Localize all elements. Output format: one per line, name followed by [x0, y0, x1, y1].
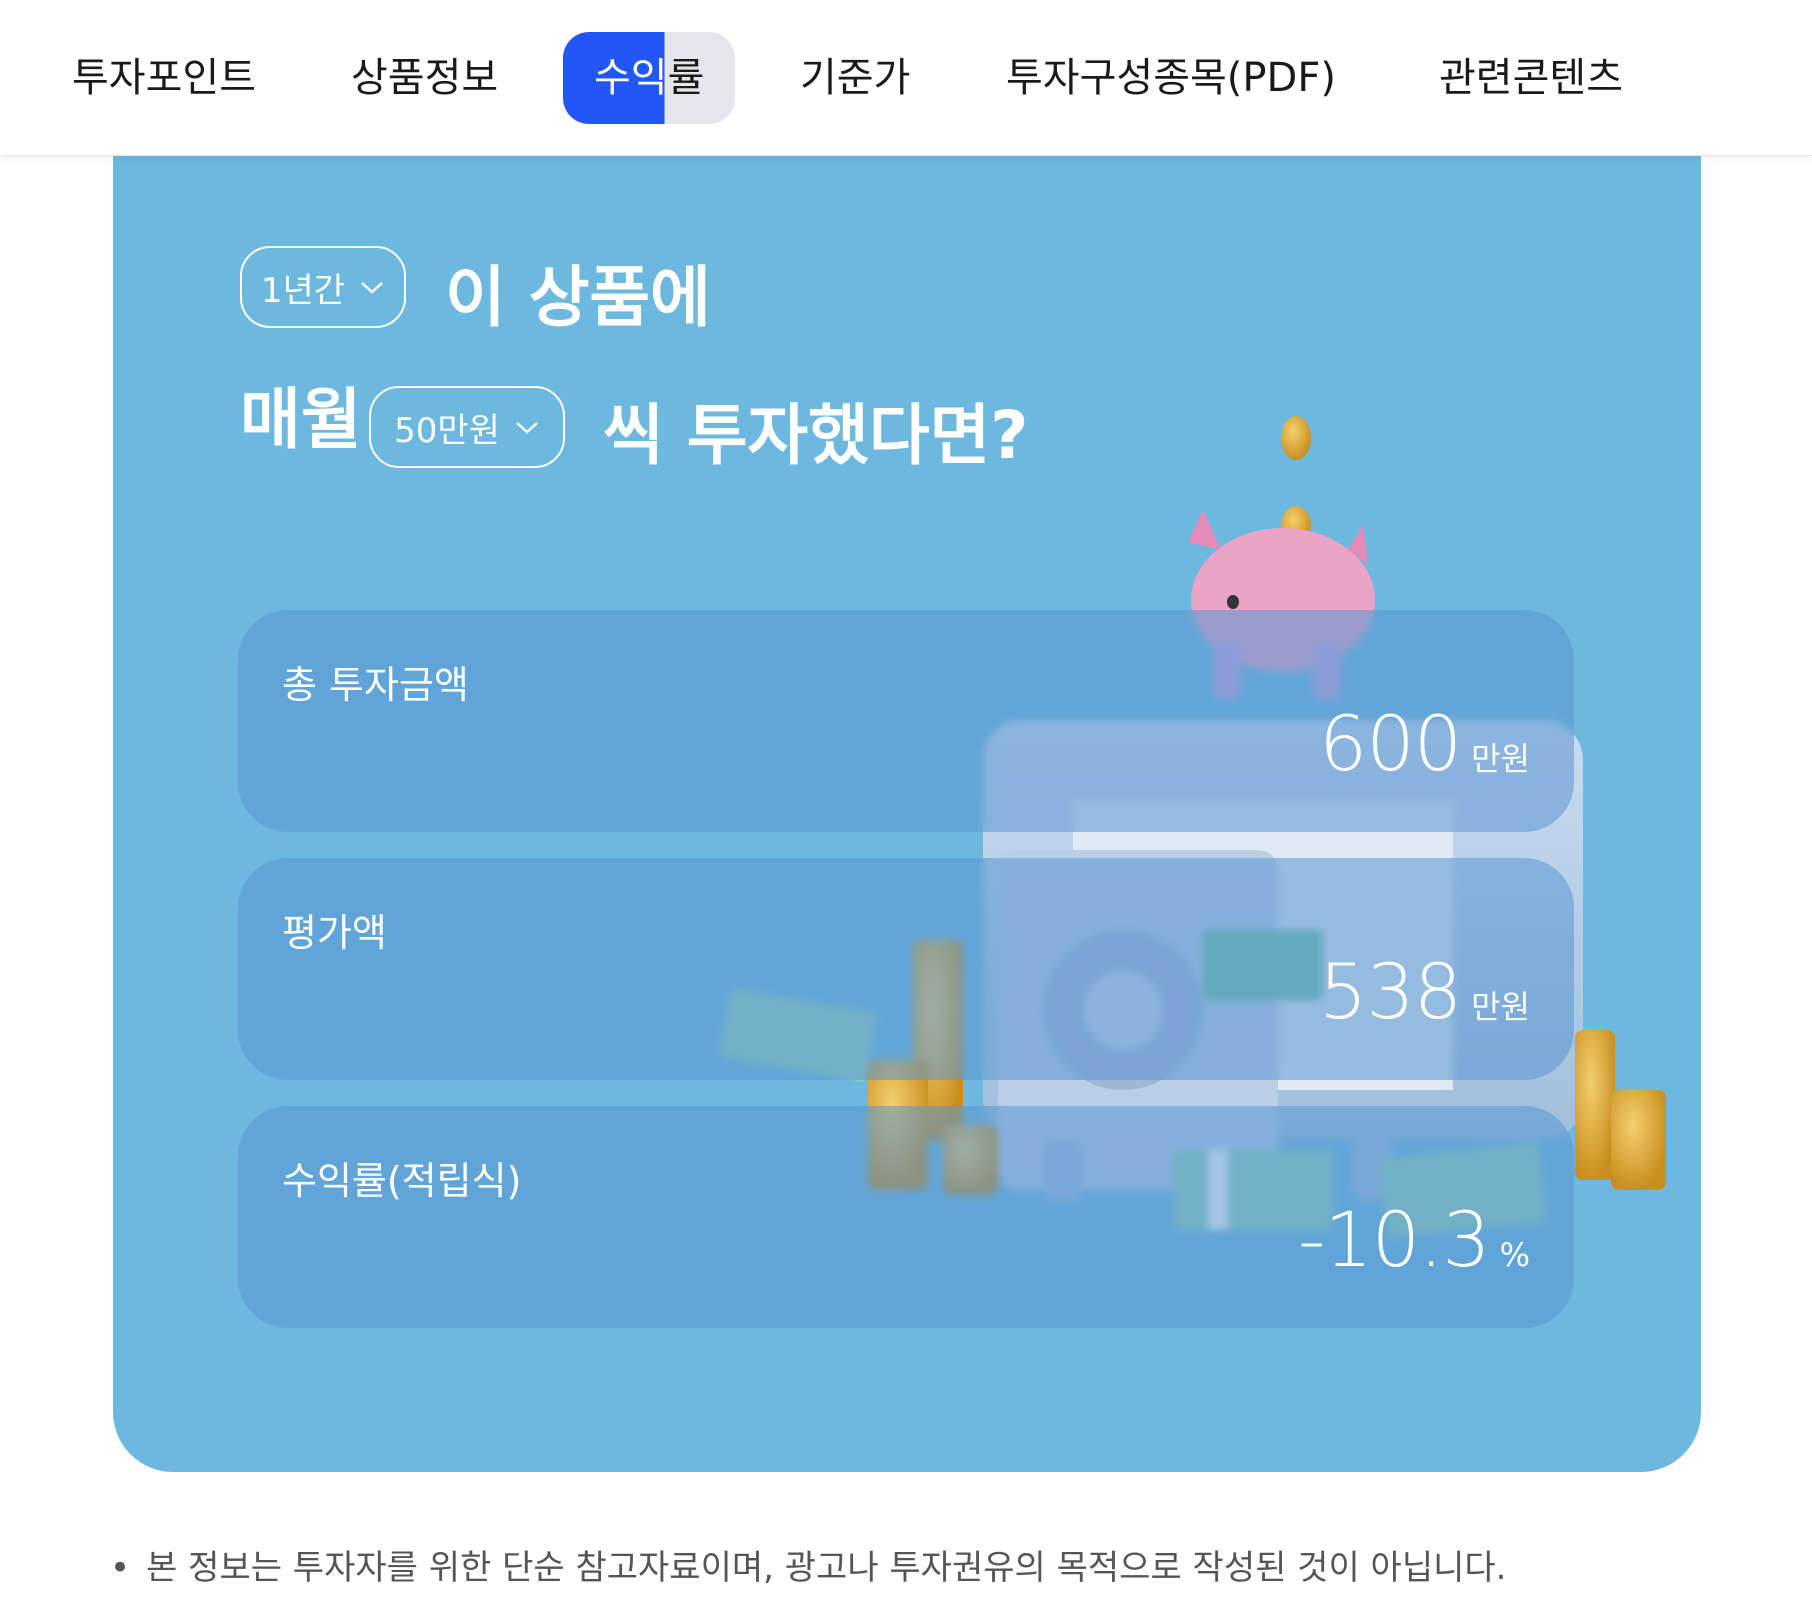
amount-select[interactable]: 50만원: [369, 386, 565, 468]
tab-base-price[interactable]: 기준가: [800, 32, 910, 124]
total-investment-unit: 만원: [1471, 740, 1530, 778]
valuation-number: 538: [1319, 947, 1462, 1036]
tab-investment-point[interactable]: 투자포인트: [72, 32, 256, 124]
headline-line-1: 이 상품에: [445, 259, 711, 336]
valuation-box: 평가액 538 만원: [238, 858, 1574, 1080]
return-rate-label: 수익률(적립식): [282, 1159, 522, 1203]
return-rate-box: 수익률(적립식) -10.3 %: [238, 1106, 1574, 1328]
total-investment-box: 총 투자금액 600 만원: [238, 610, 1574, 832]
tab-return-label-part1: 수익: [594, 55, 668, 101]
headline-monthly: 매월: [240, 381, 362, 458]
valuation-unit: 만원: [1471, 988, 1530, 1026]
headline-line-2: 씩 투자했다면?: [603, 397, 1029, 474]
tab-return-label-part2: 률: [667, 55, 705, 101]
tab-related-content[interactable]: 관련콘텐츠: [1439, 32, 1623, 124]
chevron-down-icon: [516, 422, 538, 434]
valuation-label: 평가액: [282, 911, 387, 955]
valuation-value: 538 만원: [1319, 947, 1530, 1036]
period-select-value: 1년간: [260, 270, 346, 311]
period-select[interactable]: 1년간: [240, 246, 406, 328]
tab-return[interactable]: 수익률: [563, 32, 736, 124]
tab-product-info[interactable]: 상품정보: [351, 32, 498, 124]
tab-pdf-holdings[interactable]: 투자구성종목(PDF): [1006, 32, 1336, 124]
total-investment-label: 총 투자금액: [282, 663, 469, 707]
chevron-down-icon: [361, 282, 383, 294]
return-rate-unit: %: [1499, 1236, 1530, 1274]
coin-icon: [1281, 416, 1311, 460]
disclaimer-text: 본 정보는 투자자를 위한 단순 참고자료이며, 광고나 투자권유의 목적으로 …: [146, 1548, 1507, 1588]
return-rate-value: -10.3 %: [1298, 1195, 1530, 1284]
tab-bar: 투자포인트 상품정보 수익률 기준가 투자구성종목(PDF) 관련콘텐츠: [0, 0, 1812, 156]
total-investment-value: 600 만원: [1319, 699, 1530, 788]
amount-select-value: 50만원: [394, 410, 500, 451]
total-investment-number: 600: [1319, 699, 1462, 788]
return-simulator-card: 1년간 이 상품에 매월 50만원 씩 투자했다면? 총 투자금액 600 만원…: [113, 150, 1701, 1472]
coin-icon: [1281, 506, 1311, 546]
disclaimer-notice: • 본 정보는 투자자를 위한 단순 참고자료이며, 광고나 투자권유의 목적으로…: [110, 1540, 1506, 1589]
return-rate-number: -10.3: [1297, 1195, 1491, 1284]
bullet: •: [110, 1548, 131, 1588]
